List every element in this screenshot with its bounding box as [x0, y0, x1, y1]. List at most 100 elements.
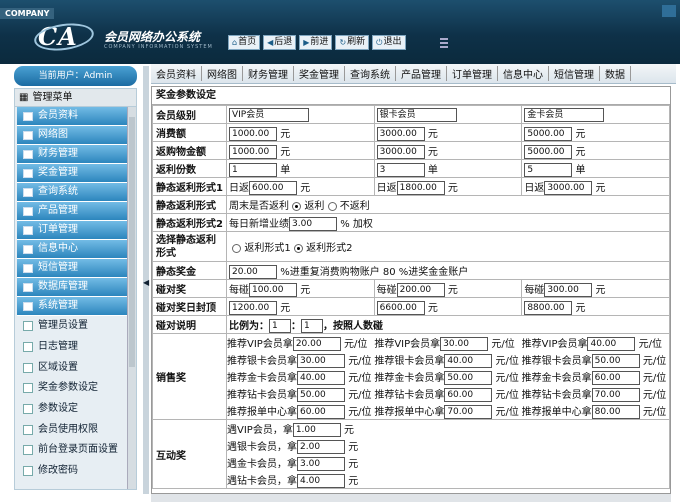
share-input-1[interactable]: 1 [229, 162, 277, 177]
fee-input-1[interactable]: 1000.00 [229, 126, 277, 141]
cap-input-1[interactable]: 1200.00 [229, 300, 277, 315]
table-row: 推荐报单中心拿 60.00 元/位 推荐报单中心拿 70.00 元/位 推荐报单中心拿 8… [227, 404, 667, 419]
sidebar-item[interactable]: 信息中心 [17, 240, 134, 259]
sales-input[interactable]: 50.00 [444, 370, 493, 385]
sales-input[interactable]: 30.00 [440, 336, 489, 351]
document-icon [23, 424, 33, 435]
table-row: 遇金卡会员，拿 3.00 元 [227, 456, 359, 471]
tab[interactable]: 信息中心 [498, 66, 549, 81]
cap-input-3[interactable]: 8800.00 [524, 300, 573, 315]
sidebar-item[interactable]: 奖金管理 [17, 164, 134, 183]
sidebar-item[interactable]: 订单管理 [17, 221, 134, 240]
tab[interactable]: 短信管理 [549, 66, 600, 81]
ratio-input-b[interactable]: 1 [301, 318, 323, 333]
sales-input[interactable]: 20.00 [292, 336, 341, 351]
tab[interactable]: 产品管理 [396, 66, 447, 81]
table-row: 推荐钻卡会员拿 50.00 元/位 推荐钻卡会员拿 60.00 元/位 推荐钻卡会员拿 7… [227, 387, 667, 402]
daily-rebate-input-2[interactable]: 1800.00 [396, 180, 445, 195]
sales-input[interactable]: 70.00 [591, 387, 640, 402]
sales-input[interactable]: 80.00 [591, 404, 640, 419]
cap-input-2[interactable]: 6600.00 [376, 300, 425, 315]
pair-input-3[interactable]: 300.00 [544, 282, 593, 297]
rebate-input-2[interactable]: 3000.00 [376, 144, 425, 159]
rebate-input-3[interactable]: 5000.00 [524, 144, 573, 159]
sidebar-item[interactable]: 数据库管理 [17, 278, 134, 297]
sidebar-item[interactable]: 财务管理 [17, 145, 134, 164]
sidebar-subitem[interactable]: 管理员设置 [15, 316, 136, 337]
panel-splitter[interactable]: ◀ [143, 66, 149, 494]
sales-input[interactable]: 60.00 [444, 387, 493, 402]
tab[interactable]: 财务管理 [243, 66, 294, 81]
sidebar-item[interactable]: 查询系统 [17, 183, 134, 202]
power-icon: ⏻ [376, 38, 383, 47]
share-input-3[interactable]: 5 [524, 162, 573, 177]
fee-input-2[interactable]: 3000.00 [376, 126, 425, 141]
growth-input[interactable]: 3.00 [289, 216, 337, 231]
share-input-2[interactable]: 3 [376, 162, 425, 177]
daily-rebate-input-3[interactable]: 3000.00 [544, 180, 593, 195]
tab[interactable]: 会员资料 [151, 66, 202, 81]
sidebar-subitem[interactable]: 奖金参数设定 [15, 378, 136, 399]
refresh-button[interactable]: ↻ 刷新 [335, 35, 370, 50]
document-icon [23, 445, 33, 456]
static-bonus-input[interactable]: 20.00 [229, 264, 277, 279]
window-control[interactable] [662, 5, 676, 17]
sidebar-item[interactable]: 网络图 [17, 126, 134, 145]
logout-button[interactable]: ⏻ 退出 [372, 35, 406, 50]
tab[interactable]: 数据 [600, 66, 631, 81]
ratio-input-a[interactable]: 1 [269, 318, 291, 333]
mode1-radio[interactable] [232, 243, 242, 253]
table-row: 推荐金卡会员拿 40.00 元/位 推荐金卡会员拿 50.00 元/位 推荐金卡会员拿 6… [227, 370, 667, 385]
tab[interactable]: 网络图 [202, 66, 243, 81]
sales-input[interactable]: 70.00 [444, 404, 493, 419]
level-input-1[interactable]: VIP会员 [229, 107, 309, 122]
weekend-rebate-radio[interactable] [292, 201, 302, 211]
sales-input[interactable]: 40.00 [444, 353, 493, 368]
sidebar-subitem[interactable]: 区域设置 [15, 357, 136, 378]
tab[interactable]: 订单管理 [447, 66, 498, 81]
sidebar-item[interactable]: 产品管理 [17, 202, 134, 221]
sales-input[interactable]: 50.00 [297, 387, 345, 402]
tab-bar: 会员资料 网络图 财务管理 奖金管理 查询系统 产品管理 订单管理 信息中心 短信管理 数据 [151, 64, 676, 84]
sales-input[interactable]: 50.00 [591, 353, 640, 368]
interact-input[interactable]: 1.00 [292, 422, 341, 437]
pair-input-2[interactable]: 200.00 [396, 282, 445, 297]
sidebar-item[interactable]: 会员资料 [17, 107, 134, 126]
document-icon [23, 362, 33, 373]
table-row: 推荐银卡会员拿 30.00 元/位 推荐银卡会员拿 40.00 元/位 推荐银卡会员拿 5… [227, 353, 667, 368]
back-arrow-icon: ◀ [267, 38, 274, 47]
sales-input[interactable]: 40.00 [587, 336, 636, 351]
sales-input[interactable]: 30.00 [297, 353, 345, 368]
tab[interactable]: 奖金管理 [294, 66, 345, 81]
fee-input-3[interactable]: 5000.00 [524, 126, 573, 141]
horizontal-scrollbar[interactable] [151, 494, 671, 502]
interact-input[interactable]: 2.00 [297, 439, 345, 454]
home-button[interactable]: ⌂ 首页 [228, 35, 261, 50]
sidebar-item[interactable]: 短信管理 [17, 259, 134, 278]
sidebar-subitem[interactable]: 前台登录页面设置 [15, 440, 136, 461]
forward-arrow-icon: ▶ [303, 38, 310, 47]
sales-input[interactable]: 60.00 [591, 370, 640, 385]
collapse-arrow-icon[interactable]: ◀ [143, 278, 149, 287]
back-button[interactable]: ◀ 后退 [263, 35, 297, 50]
sidebar-subitem[interactable]: 日志管理 [15, 337, 136, 358]
weekend-norebate-radio[interactable] [327, 201, 337, 211]
sidebar-subitem[interactable]: 参数设定 [15, 399, 136, 420]
sidebar-item[interactable]: 系统管理 [17, 297, 134, 316]
rebate-input-1[interactable]: 1000.00 [229, 144, 277, 159]
level-input-2[interactable]: 银卡会员 [376, 107, 457, 122]
sales-input[interactable]: 40.00 [297, 370, 345, 385]
forward-button[interactable]: ▶ 前进 [299, 35, 333, 50]
level-input-3[interactable]: 金卡会员 [524, 107, 605, 122]
sales-input[interactable]: 60.00 [297, 404, 345, 419]
sidebar-scrollbar[interactable] [127, 107, 136, 489]
tab[interactable]: 查询系统 [345, 66, 396, 81]
interact-input[interactable]: 4.00 [297, 473, 345, 488]
pair-input-1[interactable]: 100.00 [249, 282, 297, 297]
folder-icon [23, 149, 33, 159]
interact-input[interactable]: 3.00 [297, 456, 345, 471]
sidebar-subitem[interactable]: 修改密码 [15, 461, 136, 482]
daily-rebate-input-1[interactable]: 600.00 [249, 180, 297, 195]
mode2-radio[interactable] [293, 243, 303, 253]
sidebar-subitem[interactable]: 会员使用权限 [15, 419, 136, 440]
